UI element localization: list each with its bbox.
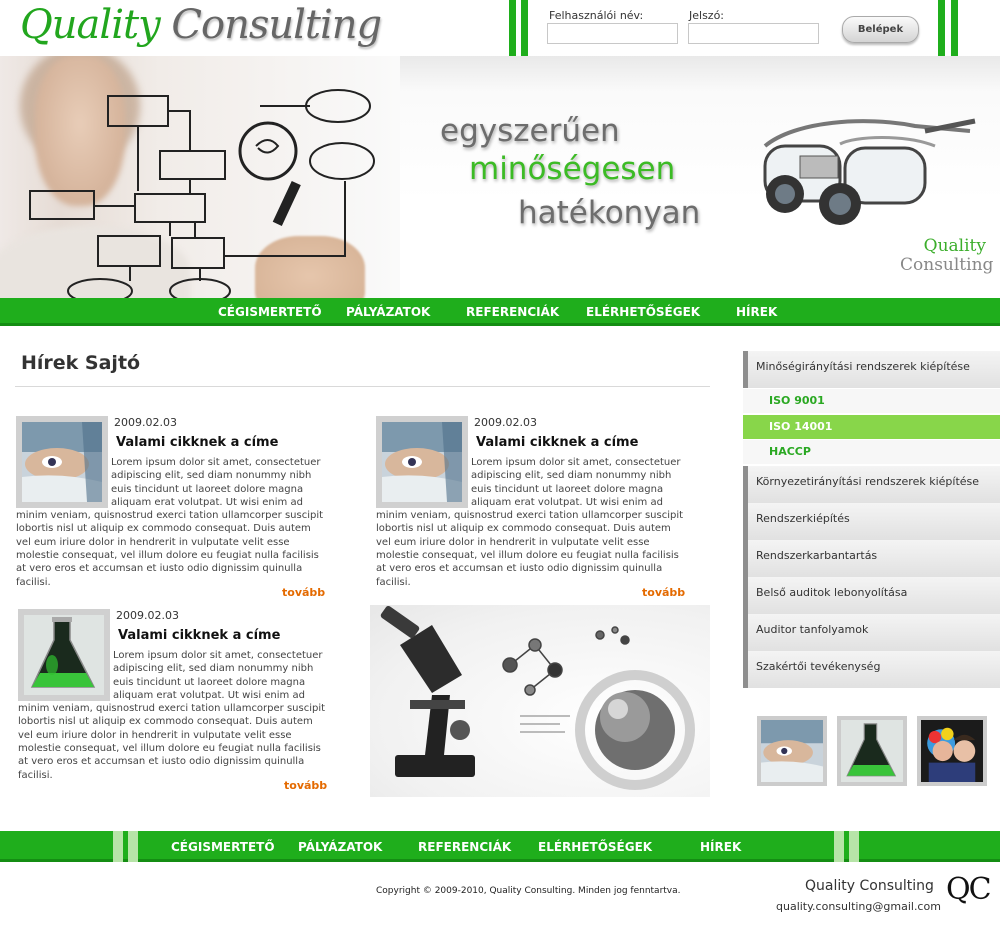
news-article: 2009.02.03 Valami cikknek a címe Lorem i… [16,416,328,606]
header-stripe [951,0,958,56]
banner-brand-quality: Quality [923,236,986,256]
news-article: 2009.02.03 Valami cikknek a címe Lorem i… [18,609,330,799]
sidebar-item-auditor-tanfolyamok[interactable]: Auditor tanfolyamok [743,614,1000,651]
logo-word-quality: Quality [20,2,161,48]
header-stripe [509,0,516,56]
page-title: Hírek Sajtó [21,352,141,374]
nav-item-palyazatok[interactable]: PÁLYÁZATOK [346,305,430,319]
footer-nav-item-cegismerteto[interactable]: CÉGISMERTETŐ [171,840,275,854]
footer-nav-item-elerhetosegek[interactable]: ELÉRHETŐSÉGEK [538,840,652,854]
login-button[interactable]: Belépek [842,16,919,43]
nav-item-referenciak[interactable]: REFERENCIÁK [466,305,559,319]
lab-illustration [370,605,710,797]
surgeon-photo-icon [761,720,823,782]
article-title[interactable]: Valami cikknek a címe [116,435,278,450]
footer-qc-logo: QC [946,872,992,907]
news-article: 2009.02.03 Valami cikknek a címe Lorem i… [376,416,688,606]
footer-stripe [849,831,859,862]
footer-stripe [128,831,138,862]
sidebar-subitem-iso9001[interactable]: ISO 9001 [743,389,1000,413]
article-date: 2009.02.03 [116,609,179,622]
slogan-line-1: egyszerűen [440,113,620,149]
sidebar-item-rendszerkarbantartas[interactable]: Rendszerkarbantartás [743,540,1000,577]
sidebar-item-minosegiranyitas[interactable]: Minőségirányítási rendszerek kiépítése [743,351,1000,388]
article-date: 2009.02.03 [474,416,537,429]
copyright-text: Copyright © 2009-2010, Quality Consultin… [376,886,681,896]
read-more-link[interactable]: tovább [642,586,685,599]
read-more-link[interactable]: tovább [282,586,325,599]
microscope-icon [380,605,695,790]
hero-banner: egyszerűen minőségesen hatékonyan Qualit… [0,56,1000,298]
gallery-thumbnail[interactable] [917,716,987,786]
footer-brand: Quality Consulting [805,878,934,894]
sidebar-item-szakertoi-tevekenyseg[interactable]: Szakértői tevékenység [743,651,1000,688]
slogan-line-2: minőségesen [469,151,676,187]
site-header: Quality Consulting Felhasználói név: Jel… [0,0,1000,56]
logo-word-consulting: Consulting [171,2,382,48]
article-date: 2009.02.03 [114,416,177,429]
username-label: Felhasználói név: [549,9,644,22]
nav-item-hirek[interactable]: HÍREK [736,305,777,319]
password-label: Jelszó: [689,9,725,22]
article-body: Lorem ipsum dolor sit amet, consectetuer… [16,456,328,589]
main-nav: CÉGISMERTETŐ PÁLYÁZATOK REFERENCIÁK ELÉR… [0,298,1000,326]
sidebar-item-rendszerkiepites[interactable]: Rendszerkiépítés [743,503,1000,540]
article-title[interactable]: Valami cikknek a címe [118,628,280,643]
nav-item-cegismerteto[interactable]: CÉGISMERTETŐ [218,305,322,319]
banner-brand: Quality Consulting [900,236,994,275]
sidebar-subitem-iso14001[interactable]: ISO 14001 [743,415,1000,439]
slogan-line-3: hatékonyan [518,195,701,231]
article-body: Lorem ipsum dolor sit amet, consectetuer… [376,456,688,589]
sidebar-item-kornyezetiranyitas[interactable]: Környezetirányítási rendszerek kiépítése [743,466,1000,503]
footer-nav: CÉGISMERTETŐ PÁLYÁZATOK REFERENCIÁK ELÉR… [0,831,1000,862]
read-more-link[interactable]: tovább [284,779,327,792]
gallery-thumbnail[interactable] [757,716,827,786]
loupe-glasses-icon [763,118,976,225]
sidebar-item-belso-auditok[interactable]: Belső auditok lebonyolítása [743,577,1000,614]
site-logo[interactable]: Quality Consulting [20,2,382,48]
password-input[interactable] [688,23,819,44]
footer-email-link[interactable]: quality.consulting@gmail.com [776,900,941,913]
flowchart-drawing-icon [29,89,375,298]
nav-item-elerhetosegek[interactable]: ELÉRHETŐSÉGEK [586,305,700,319]
article-body: Lorem ipsum dolor sit amet, consectetuer… [18,649,330,782]
party-people-photo-icon [921,720,983,782]
footer-nav-item-referenciak[interactable]: REFERENCIÁK [418,840,511,854]
flask-photo-icon [841,720,903,782]
username-input[interactable] [547,23,678,44]
article-title[interactable]: Valami cikknek a címe [476,435,638,450]
banner-brand-consulting: Consulting [900,255,994,275]
header-stripe [938,0,945,56]
footer-nav-item-hirek[interactable]: HÍREK [700,840,741,854]
header-stripe [521,0,528,56]
sidebar-subitem-haccp[interactable]: HACCP [743,440,1000,464]
footer-nav-item-palyazatok[interactable]: PÁLYÁZATOK [298,840,382,854]
footer-stripe [113,831,123,862]
title-divider [15,386,710,387]
footer-stripe [834,831,844,862]
gallery-thumbnail[interactable] [837,716,907,786]
